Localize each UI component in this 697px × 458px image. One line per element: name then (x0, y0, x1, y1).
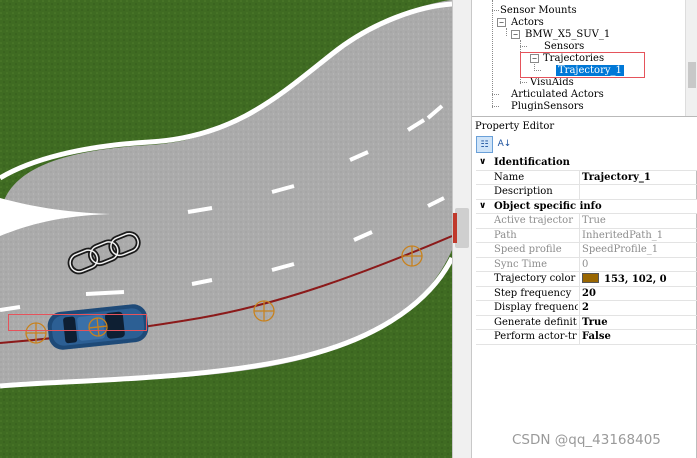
tree-guide (520, 46, 527, 47)
property-name: Generate definit (494, 316, 577, 328)
property-row-step-frequency[interactable]: Step frequency 20 (476, 286, 697, 301)
column-divider[interactable] (579, 228, 580, 242)
property-name: Sync Time (494, 258, 547, 270)
tree-guide (492, 94, 499, 95)
property-row-generate-definition[interactable]: Generate definit True (476, 315, 697, 330)
tree-scrollbar[interactable] (685, 0, 697, 116)
property-name: Display frequenc (494, 302, 578, 313)
property-name: Name (494, 171, 525, 183)
category-object-specific-info[interactable]: ∨ Object specific info (476, 199, 697, 214)
property-row-trajectory-color[interactable]: Trajectory color 153, 102, 0 (476, 272, 697, 287)
column-divider[interactable] (579, 315, 580, 329)
tree-guide (492, 0, 493, 108)
category-label: Object specific info (494, 200, 602, 212)
splitter-thumb[interactable] (455, 208, 469, 248)
tree-item-actors[interactable]: Actors (511, 17, 544, 29)
property-value: 0 (582, 258, 589, 270)
chevron-down-icon[interactable]: ∨ (479, 201, 486, 211)
column-divider[interactable] (579, 170, 580, 184)
property-row-sync-time[interactable]: Sync Time 0 (476, 257, 697, 272)
panel-splitter[interactable] (452, 0, 472, 458)
property-row-description[interactable]: Description (476, 185, 697, 200)
column-divider[interactable] (579, 301, 580, 315)
property-grid[interactable]: ∨ Identification Name Trajectory_1 Descr… (476, 156, 697, 345)
column-divider[interactable] (579, 214, 580, 228)
property-value[interactable]: True (582, 317, 608, 328)
color-value-text: 153, 102, 0 (604, 274, 667, 285)
categorized-view-icon[interactable]: ☷ (476, 136, 493, 153)
property-row-display-frequency[interactable]: Display frequenc 2 (476, 301, 697, 316)
tree-item-bmw-x5-suv-1[interactable]: BMW_X5_SUV_1 (525, 29, 610, 41)
property-value[interactable]: False (582, 331, 611, 342)
tree-guide (492, 10, 499, 11)
column-divider[interactable] (579, 330, 580, 344)
property-name: Path (494, 229, 517, 241)
property-value: True (582, 215, 606, 226)
property-name: Perform actor-tr (494, 331, 577, 342)
property-value: InheritedPath_1 (582, 229, 664, 241)
property-row-path[interactable]: Path InheritedPath_1 (476, 228, 697, 243)
property-value[interactable]: 2 (582, 302, 589, 313)
simulation-viewport[interactable] (0, 0, 452, 458)
property-name: Description (494, 186, 553, 197)
property-row-name[interactable]: Name Trajectory_1 (476, 170, 697, 185)
column-divider[interactable] (579, 185, 580, 199)
collapse-toggle[interactable]: − (497, 18, 506, 27)
collapse-toggle[interactable]: − (511, 30, 520, 39)
tree-scrollbar-thumb[interactable] (688, 62, 696, 88)
column-divider[interactable] (579, 243, 580, 257)
watermark: CSDN @qq_43168405 (512, 432, 661, 448)
property-row-active-trajectory[interactable]: Active trajector True (476, 214, 697, 229)
category-label: Identification (494, 157, 570, 168)
column-divider[interactable] (579, 272, 580, 286)
scene-tree[interactable]: − − − Sensor Mounts Actors BMW_X5_SUV_1 … (472, 0, 697, 117)
column-divider[interactable] (579, 286, 580, 300)
scene-canvas[interactable] (0, 0, 452, 458)
right-panel: − − − Sensor Mounts Actors BMW_X5_SUV_1 … (472, 0, 697, 458)
property-name: Step frequency (494, 287, 572, 299)
property-value-color[interactable]: 153, 102, 0 (582, 273, 667, 285)
category-identification[interactable]: ∨ Identification (476, 156, 697, 171)
annotation-box-trajectories (520, 52, 645, 78)
property-value: SpeedProfile_1 (582, 244, 659, 255)
property-row-speed-profile[interactable]: Speed profile SpeedProfile_1 (476, 243, 697, 258)
alphabetical-sort-icon[interactable]: A↓ (496, 136, 513, 153)
splitter-accent (453, 213, 457, 243)
tree-guide (520, 82, 527, 83)
chevron-down-icon[interactable]: ∨ (479, 157, 486, 167)
tree-item-plugin-sensors[interactable]: PluginSensors (511, 101, 584, 113)
annotation-box-generate-definition (8, 314, 147, 331)
property-row-perform-actor[interactable]: Perform actor-tr False (476, 330, 697, 345)
property-name: Speed profile (494, 244, 562, 255)
property-name: Trajectory color (494, 273, 576, 284)
property-value[interactable]: 20 (582, 288, 596, 299)
column-divider[interactable] (579, 257, 580, 271)
tree-guide (492, 106, 499, 107)
color-swatch[interactable] (582, 273, 599, 283)
tree-guide (506, 28, 507, 36)
tree-item-sensor-mounts[interactable]: Sensor Mounts (500, 5, 577, 17)
tree-item-visuaids[interactable]: VisuAids (530, 77, 574, 89)
property-name: Active trajector (494, 215, 573, 226)
property-value[interactable]: Trajectory_1 (582, 172, 651, 183)
tree-item-articulated-actors[interactable]: Articulated Actors (511, 89, 604, 101)
property-editor-title: Property Editor (475, 121, 555, 132)
